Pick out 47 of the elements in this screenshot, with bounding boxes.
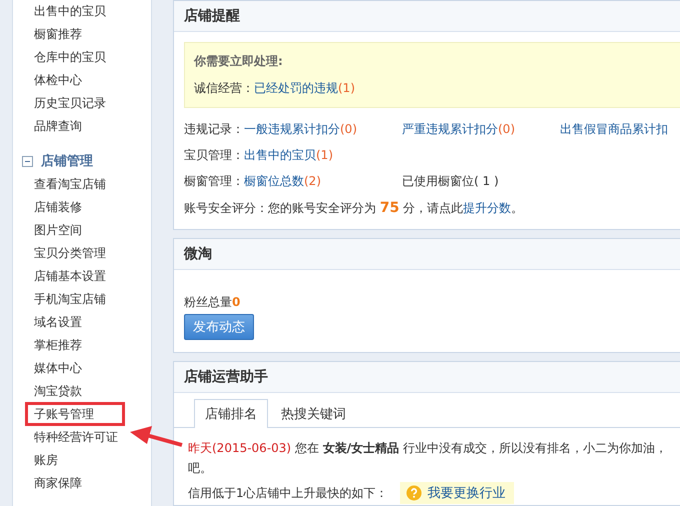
sidebar-item[interactable]: 历史宝贝记录	[34, 96, 106, 110]
alert-heading: 你需要立即处理:	[194, 53, 284, 70]
field-label: 橱窗管理：	[184, 172, 244, 190]
annotation-arrow	[128, 424, 184, 448]
panel-title: 微淘	[184, 245, 212, 263]
improve-score-link[interactable]: 提升分数	[463, 201, 512, 215]
sidebar-item[interactable]: 出售中的宝贝	[34, 4, 106, 18]
sidebar-item[interactable]: 图片空间	[34, 223, 82, 237]
stat-link[interactable]: 一般违规累计扣分(0)	[244, 122, 357, 136]
sidebar-item[interactable]: 域名设置	[34, 315, 82, 329]
change-industry-link[interactable]: 我要更换行业	[400, 482, 514, 504]
stat-link[interactable]: 橱窗位总数(2)	[244, 174, 321, 188]
sidebar-item[interactable]: 子账号管理	[28, 405, 122, 423]
stat-link[interactable]: 出售中的宝贝(1)	[244, 148, 333, 162]
sidebar-item[interactable]: 手机淘宝店铺	[34, 292, 106, 306]
sidebar-item[interactable]: 宝贝分类管理	[34, 246, 106, 260]
sidebar-item[interactable]: 店铺装修	[34, 200, 82, 214]
field-label: 违规记录：	[184, 120, 244, 138]
sidebar-item[interactable]: 店铺基本设置	[34, 269, 106, 283]
stat-text: 已使用橱窗位( 1 )	[402, 174, 499, 188]
rise-text: 信用低于1心店铺中上升最快的如下：	[188, 484, 388, 502]
sidebar-item[interactable]: 特种经营许可证	[34, 430, 118, 444]
sidebar-item[interactable]: 查看淘宝店铺	[34, 177, 106, 191]
help-icon	[406, 485, 422, 501]
security-score-text: 账号安全评分：您的账号安全评分为 75 分，请点此提升分数。	[184, 200, 524, 217]
field-label: 诚信经营：	[194, 80, 254, 97]
sidebar-item[interactable]: 橱窗推荐	[34, 27, 82, 41]
sidebar-item[interactable]: 商家保障	[34, 476, 82, 490]
panel-title: 店铺运营助手	[184, 368, 268, 386]
sidebar-item[interactable]: 淘宝贷款	[34, 384, 82, 398]
stat-link[interactable]: 出售假冒商品累计扣	[560, 122, 668, 136]
collapse-icon[interactable]	[22, 156, 33, 166]
tab[interactable]: 热搜关键词	[270, 399, 357, 428]
tab[interactable]: 店铺排名	[194, 399, 268, 428]
field-label: 宝贝管理：	[184, 146, 244, 164]
sidebar-item[interactable]: 仓库中的宝贝	[34, 50, 106, 64]
panel-title: 店铺提醒	[184, 7, 240, 25]
sidebar-item[interactable]: 媒体中心	[34, 361, 82, 375]
ranking-notice: 昨天(2015-06-03) 您在 女装/女士精品 行业中没有成交，所以没有排名，小二为你加油， 吧。	[188, 440, 668, 477]
sidebar-item[interactable]: 体检中心	[34, 73, 82, 87]
stat-link[interactable]: 严重违规累计扣分(0)	[402, 122, 515, 136]
sidebar-item[interactable]: 掌柜推荐	[34, 338, 82, 352]
fans-count-text: 粉丝总量0	[184, 294, 242, 311]
sidebar-item[interactable]: 品牌查询	[34, 119, 82, 133]
violation-link[interactable]: 已经处罚的违规(1)	[254, 80, 355, 97]
section-title[interactable]: 店铺管理	[41, 152, 93, 170]
sidebar-item[interactable]: 账房	[34, 453, 58, 467]
